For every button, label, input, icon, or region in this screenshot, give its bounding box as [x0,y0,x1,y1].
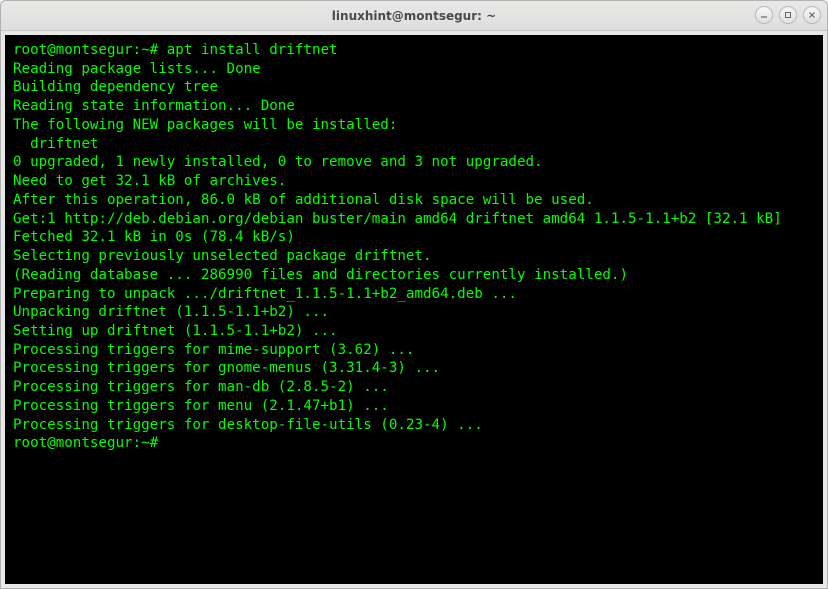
close-button[interactable] [803,6,821,24]
terminal-output-line: After this operation, 86.0 kB of additio… [13,191,815,210]
window-controls [755,6,821,24]
terminal-output-line: Processing triggers for desktop-file-uti… [13,416,815,435]
terminal-window: linuxhint@montsegur: ~ root@montsegur:~#… [0,0,828,589]
shell-prompt: root@montsegur:~# [13,435,167,451]
terminal-output-line: Need to get 32.1 kB of archives. [13,172,815,191]
terminal-output-line: Reading state information... Done [13,97,815,116]
terminal-output-line: Preparing to unpack .../driftnet_1.1.5-1… [13,285,815,304]
terminal-output-line: Processing triggers for gnome-menus (3.3… [13,359,815,378]
shell-command: apt install driftnet [167,42,338,58]
shell-prompt: root@montsegur:~# [13,42,167,58]
terminal-output-line: The following NEW packages will be insta… [13,116,815,135]
terminal-output-line: driftnet [13,135,815,154]
terminal-output-line: Processing triggers for man-db (2.8.5-2)… [13,378,815,397]
terminal-output-line: Selecting previously unselected package … [13,247,815,266]
minimize-icon [760,11,768,19]
terminal-output-line: (Reading database ... 286990 files and d… [13,266,815,285]
maximize-icon [784,11,792,19]
minimize-button[interactable] [755,6,773,24]
window-title: linuxhint@montsegur: ~ [332,9,496,23]
terminal-content[interactable]: root@montsegur:~# apt install driftnetRe… [5,35,823,584]
terminal-output-line: Processing triggers for menu (2.1.47+b1)… [13,397,815,416]
terminal-line: root@montsegur:~# apt install driftnet [13,41,815,60]
terminal-output-line: Fetched 32.1 kB in 0s (78.4 kB/s) [13,228,815,247]
terminal-output-line: Reading package lists... Done [13,60,815,79]
terminal-output-line: 0 upgraded, 1 newly installed, 0 to remo… [13,153,815,172]
close-icon [808,11,816,19]
terminal-output-line: Processing triggers for mime-support (3.… [13,341,815,360]
titlebar: linuxhint@montsegur: ~ [1,1,827,31]
terminal-output-line: Building dependency tree [13,78,815,97]
terminal-output-line: Unpacking driftnet (1.1.5-1.1+b2) ... [13,303,815,322]
terminal-output-line: Setting up driftnet (1.1.5-1.1+b2) ... [13,322,815,341]
terminal-line: root@montsegur:~# [13,434,815,453]
terminal-output-line: Get:1 http://deb.debian.org/debian buste… [13,210,815,229]
maximize-button[interactable] [779,6,797,24]
